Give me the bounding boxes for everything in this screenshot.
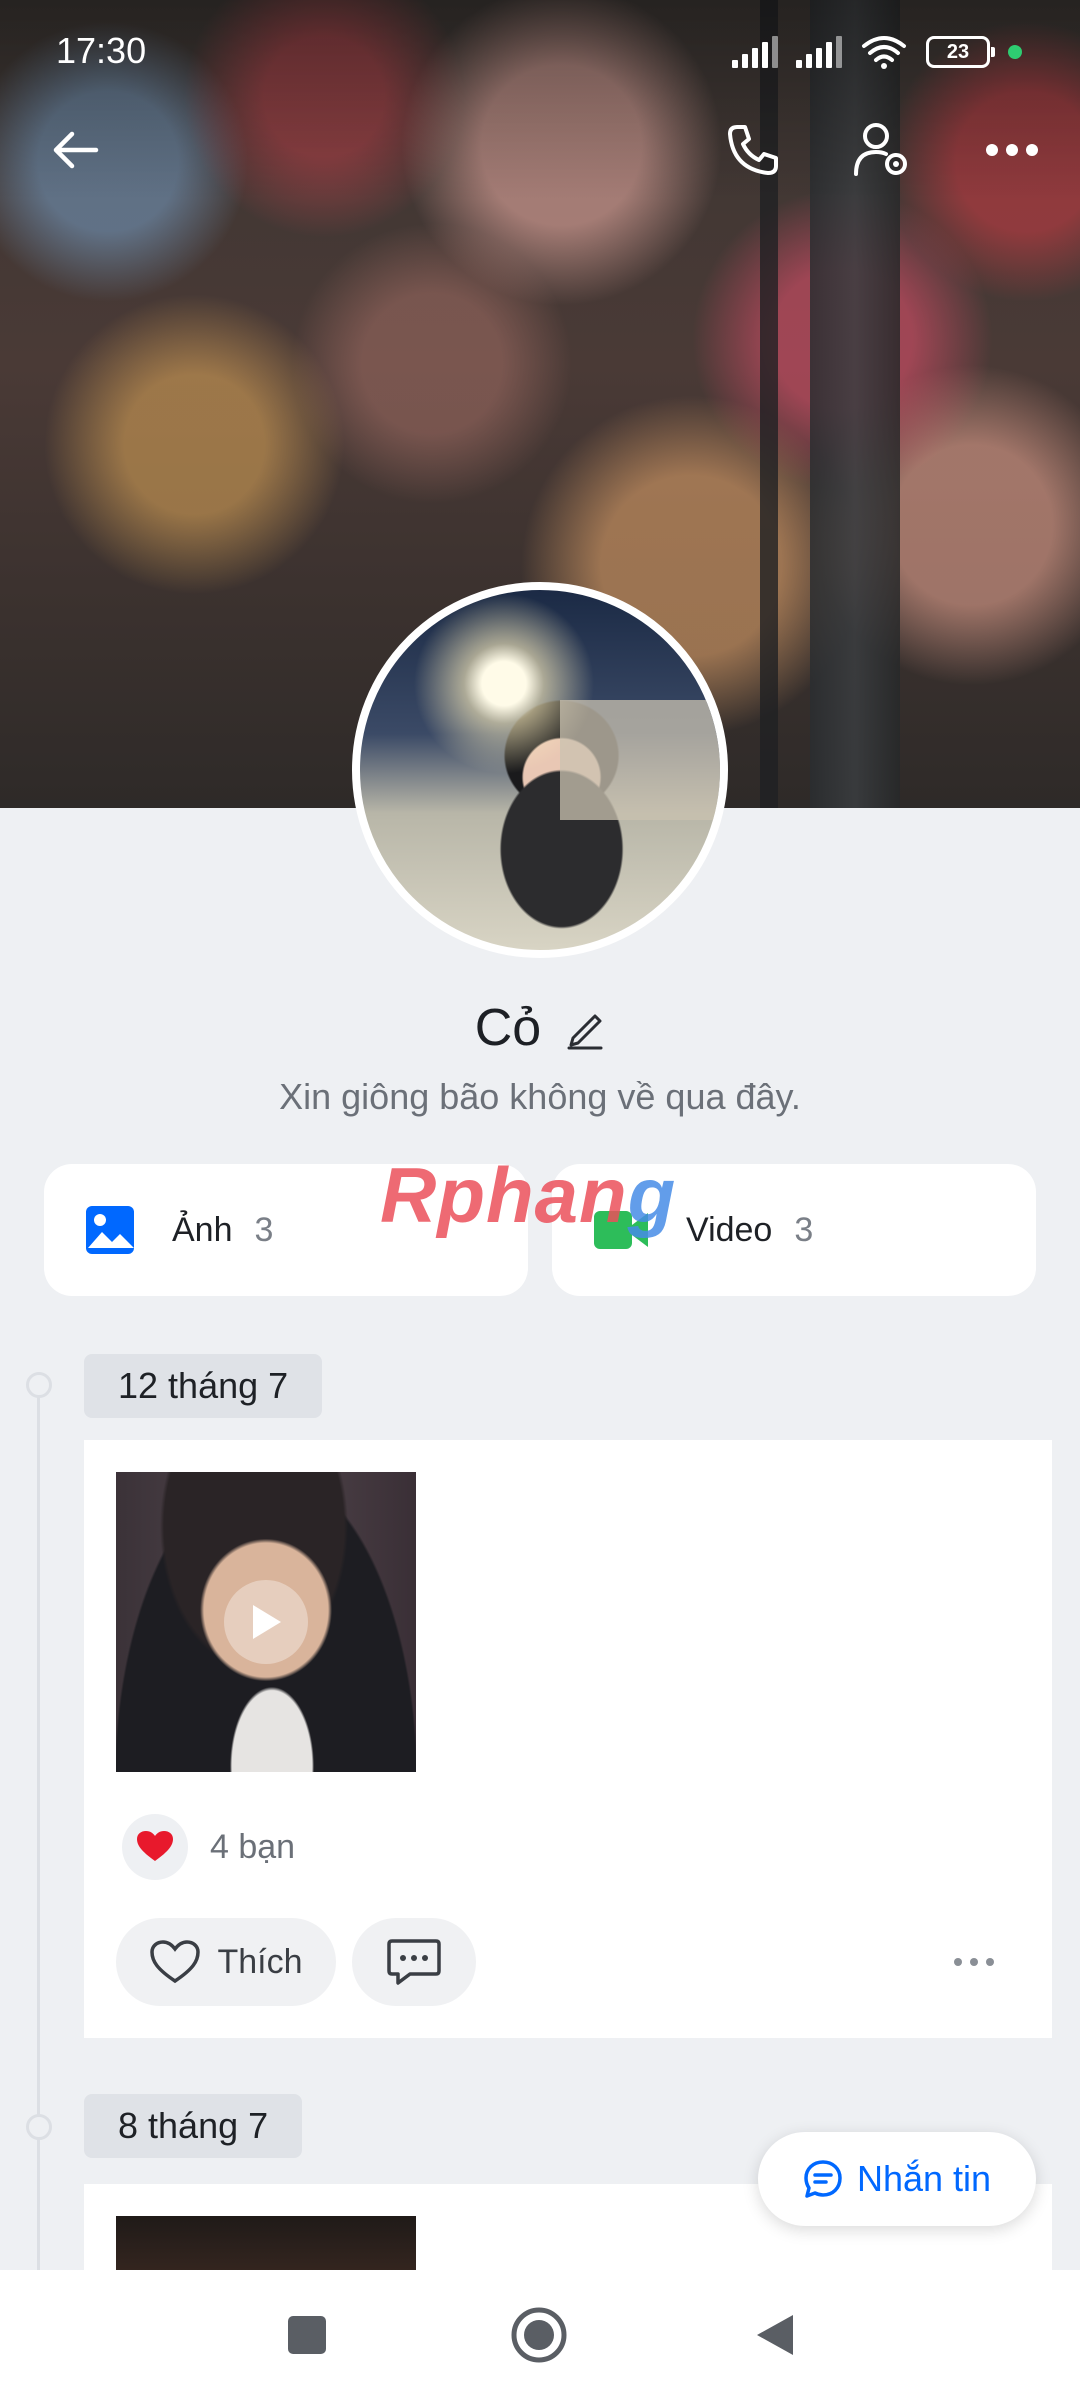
like-label: Thích bbox=[217, 1942, 303, 1981]
user-settings-icon bbox=[854, 123, 907, 176]
edit-name-icon[interactable] bbox=[565, 1006, 605, 1050]
videos-count: 3 bbox=[794, 1210, 814, 1249]
date-chip: 12 tháng 7 bbox=[84, 1354, 323, 1418]
photos-label: Ảnh bbox=[172, 1210, 233, 1249]
heart-reaction-icon bbox=[122, 1814, 188, 1880]
back-nav-button[interactable] bbox=[740, 2300, 810, 2370]
avatar-background-building bbox=[560, 700, 720, 820]
comment-button[interactable] bbox=[352, 1918, 476, 2006]
home-button[interactable] bbox=[504, 2300, 574, 2370]
back-button[interactable] bbox=[36, 110, 116, 190]
image-icon bbox=[86, 1206, 134, 1254]
post-card: 4 bạn Thích bbox=[84, 1440, 1052, 2038]
reaction-count: 4 bạn bbox=[210, 1827, 296, 1866]
video-thumbnail[interactable] bbox=[116, 1472, 416, 1772]
recent-apps-button[interactable] bbox=[272, 2300, 342, 2370]
call-button[interactable] bbox=[712, 110, 792, 190]
signal-icon bbox=[732, 36, 778, 68]
circle-icon bbox=[511, 2307, 567, 2363]
more-options-button[interactable] bbox=[972, 110, 1052, 190]
photos-count: 3 bbox=[254, 1210, 274, 1249]
square-icon bbox=[288, 2316, 326, 2354]
status-time: 17:30 bbox=[56, 30, 147, 71]
message-label: Nhắn tin bbox=[856, 2158, 992, 2199]
chat-bubble-icon bbox=[804, 2160, 842, 2198]
like-button[interactable]: Thích bbox=[116, 1918, 336, 2006]
video-thumbnail[interactable] bbox=[116, 2216, 416, 2270]
battery-icon: 23 bbox=[926, 36, 995, 68]
comment-icon bbox=[387, 1939, 441, 1985]
more-horizontal-icon bbox=[986, 144, 1038, 156]
signal-icon bbox=[796, 36, 842, 68]
date-chip: 8 tháng 7 bbox=[84, 2094, 303, 2158]
play-icon bbox=[253, 1605, 281, 1639]
profile-name: Cỏ bbox=[474, 999, 542, 1057]
timeline-dot bbox=[26, 1372, 52, 1398]
privacy-indicator bbox=[1008, 45, 1022, 59]
watermark-logo: Rphang bbox=[380, 1151, 677, 1239]
heart-outline-icon bbox=[150, 1940, 201, 1984]
status-icons: 23 bbox=[732, 30, 1022, 74]
avatar[interactable] bbox=[352, 582, 728, 958]
profile-settings-button[interactable] bbox=[842, 110, 922, 190]
wifi-icon bbox=[862, 36, 906, 69]
phone-icon bbox=[728, 125, 778, 175]
timeline-dot bbox=[26, 2114, 52, 2140]
message-button[interactable]: Nhắn tin bbox=[758, 2132, 1036, 2226]
status-bar: 17:30 23 bbox=[0, 0, 1080, 100]
name-row: Cỏ bbox=[0, 998, 1080, 1058]
post-more-button[interactable] bbox=[944, 1940, 1004, 1984]
reaction-summary[interactable]: 4 bạn bbox=[122, 1814, 295, 1880]
triangle-back-icon bbox=[757, 2315, 793, 2355]
system-nav-bar bbox=[0, 2270, 1080, 2400]
timeline-line bbox=[37, 1384, 40, 2274]
videos-label: Video bbox=[686, 1210, 773, 1249]
arrow-left-icon bbox=[53, 131, 99, 169]
profile-status: Xin giông bão không về qua đây. bbox=[279, 1076, 801, 1117]
play-button[interactable] bbox=[224, 1580, 308, 1664]
